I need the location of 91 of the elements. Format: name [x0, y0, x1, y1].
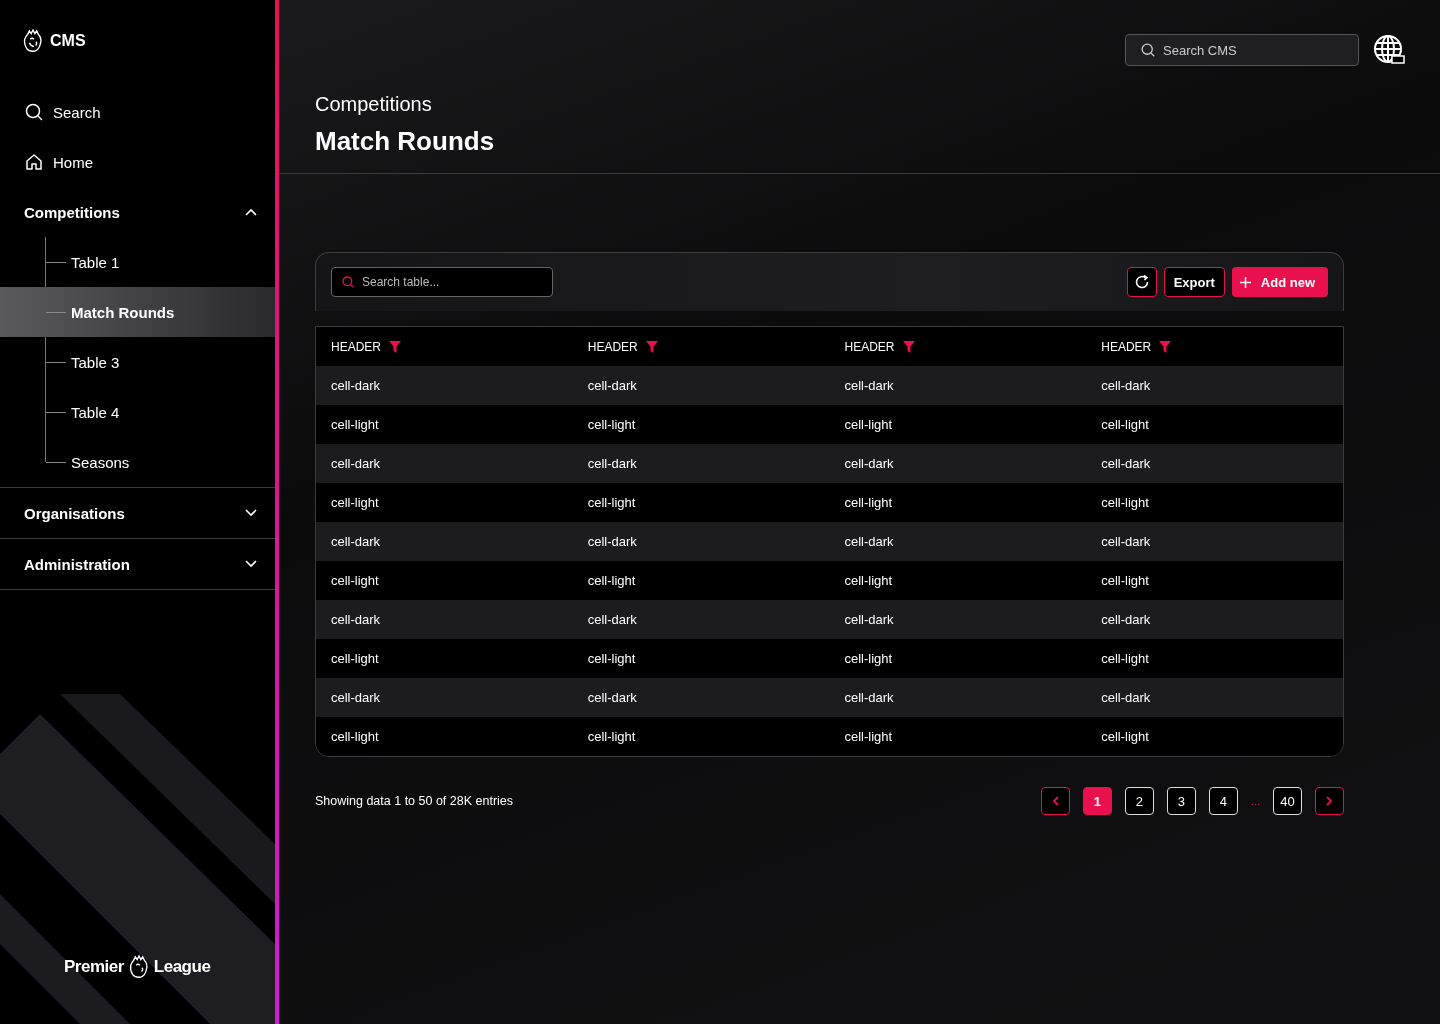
- column-header: HEADER: [844, 339, 895, 354]
- nav-link[interactable]: Home: [0, 137, 275, 187]
- table-cell-text: cell-light: [843, 729, 894, 744]
- nav-subitem[interactable]: Match Rounds: [0, 287, 275, 337]
- table-cell-text: cell-dark: [843, 534, 895, 549]
- table-cell-text: cell-dark: [1100, 378, 1152, 393]
- nav-group-header[interactable]: Competitions: [0, 187, 275, 237]
- brand-title: CMS: [50, 32, 86, 50]
- table-cell-text: cell-dark: [330, 612, 382, 627]
- table-cell-text: cell-dark: [330, 378, 382, 393]
- chevron-icon: [245, 208, 257, 216]
- nav-subitem[interactable]: Table 3: [0, 337, 275, 387]
- lion-crest-icon: [127, 954, 150, 980]
- table-cell-text: cell-dark: [586, 534, 638, 549]
- table-cell-text: cell-light: [330, 573, 380, 588]
- table-cell-text: cell-dark: [1100, 690, 1152, 705]
- plus-icon: [1239, 276, 1251, 288]
- add-new-button[interactable]: Add new: [1231, 267, 1328, 297]
- table-cell-text: cell-dark: [843, 456, 895, 471]
- entries-summary: Showing data 1 to 50 of 28K entries: [315, 794, 514, 808]
- column-header: HEADER: [587, 339, 638, 354]
- search-field[interactable]: Search CMS: [1125, 34, 1359, 66]
- chevron-icon: [245, 560, 257, 568]
- table-cell-text: cell-dark: [586, 378, 638, 393]
- table-cell-text: cell-light: [1100, 495, 1150, 510]
- filter-icon[interactable]: [645, 340, 658, 353]
- chevron-right-icon: [1326, 796, 1333, 806]
- nav-subitem[interactable]: Seasons: [0, 437, 275, 487]
- table-search-field[interactable]: Search table...: [331, 267, 553, 297]
- chevron-left-icon: [1051, 796, 1059, 806]
- table-cell-text: cell-light: [586, 573, 637, 588]
- nav-group-header[interactable]: Administration: [0, 539, 275, 589]
- refresh-button[interactable]: [1126, 267, 1157, 297]
- lion-crest-icon: [22, 29, 44, 53]
- table-cell-text: cell-light: [586, 729, 637, 744]
- table-cell-text: cell-light: [843, 651, 894, 666]
- table-cell-text: cell-light: [1100, 417, 1150, 432]
- table-cell-text: cell-light: [586, 495, 637, 510]
- nav-link[interactable]: Search: [0, 87, 275, 137]
- breadcrumb: Competitions: [315, 93, 433, 116]
- page-title: Match Rounds: [315, 126, 496, 157]
- table-cell-text: cell-dark: [330, 534, 382, 549]
- chevron-icon: [245, 509, 257, 517]
- home-icon: [25, 153, 43, 171]
- filter-icon[interactable]: [902, 340, 915, 353]
- page-ellipsis: ...: [1250, 795, 1260, 807]
- logo-word: Premier: [64, 957, 124, 977]
- search-icon: [1141, 43, 1155, 57]
- search-icon: [342, 276, 354, 288]
- table-cell-text: cell-light: [1100, 729, 1150, 744]
- table-cell-text: cell-light: [843, 417, 894, 432]
- globe-icon[interactable]: [1373, 34, 1405, 66]
- table-cell-text: cell-dark: [843, 690, 895, 705]
- table-cell-text: cell-light: [586, 417, 637, 432]
- table-cell-text: cell-dark: [586, 612, 638, 627]
- table-cell-text: cell-light: [843, 573, 894, 588]
- column-header: HEADER: [1101, 339, 1152, 354]
- page-button[interactable]: 3: [1166, 787, 1196, 815]
- table-cell-text: cell-dark: [1100, 534, 1152, 549]
- page-button[interactable]: 1: [1082, 787, 1112, 815]
- search-icon: [25, 103, 43, 121]
- table-cell-text: cell-light: [330, 495, 380, 510]
- table-cell-text: cell-dark: [586, 690, 638, 705]
- table-cell-text: cell-light: [586, 651, 637, 666]
- table-cell-text: cell-light: [843, 495, 894, 510]
- column-header: HEADER: [331, 339, 381, 354]
- refresh-icon: [1133, 274, 1150, 290]
- logo-word: League: [153, 957, 211, 977]
- page-button[interactable]: 2: [1124, 787, 1154, 815]
- table-cell-text: cell-light: [330, 729, 380, 744]
- table-cell-text: cell-light: [1100, 573, 1150, 588]
- filter-icon[interactable]: [1159, 340, 1172, 353]
- page-button[interactable]: 4: [1208, 787, 1238, 815]
- table-cell-text: cell-dark: [843, 378, 895, 393]
- table-cell-text: cell-light: [1100, 651, 1150, 666]
- table-cell-text: cell-light: [330, 417, 380, 432]
- nav-subitem[interactable]: Table 1: [0, 237, 275, 287]
- table-cell-text: cell-dark: [330, 690, 382, 705]
- filter-icon[interactable]: [389, 340, 401, 353]
- table-cell-text: cell-dark: [1100, 612, 1152, 627]
- table-cell-text: cell-dark: [1100, 456, 1152, 471]
- nav-group-header[interactable]: Organisations: [0, 488, 275, 538]
- previous-page-button[interactable]: [1040, 787, 1070, 815]
- table-cell-text: cell-dark: [586, 456, 638, 471]
- export-button[interactable]: Export: [1163, 267, 1225, 297]
- table-cell-text: cell-dark: [330, 456, 382, 471]
- next-page-button[interactable]: [1315, 787, 1344, 815]
- page-button[interactable]: 40: [1273, 787, 1302, 815]
- table-cell-text: cell-light: [330, 651, 380, 666]
- nav-subitem[interactable]: Table 4: [0, 387, 275, 437]
- table-cell-text: cell-dark: [843, 612, 895, 627]
